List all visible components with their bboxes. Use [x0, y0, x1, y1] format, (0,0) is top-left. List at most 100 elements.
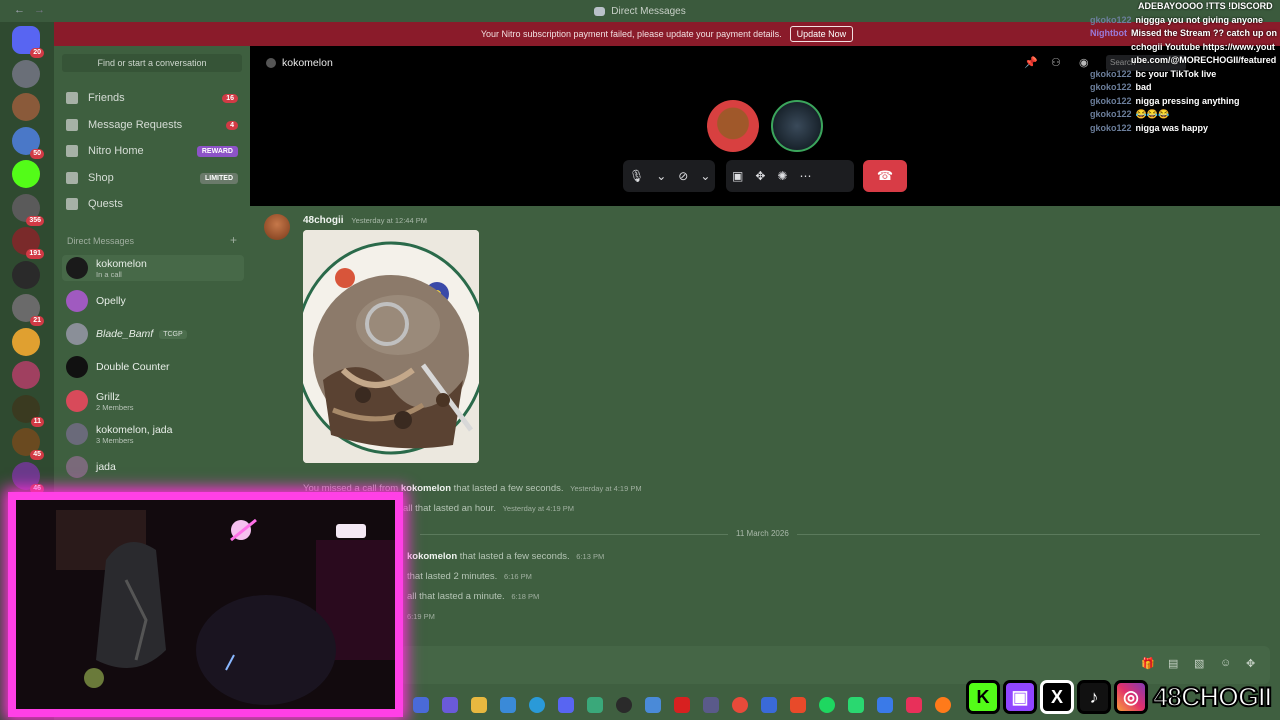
message-author[interactable]: 48chogii	[303, 215, 344, 226]
disconnect-button[interactable]: ☎	[863, 160, 907, 192]
server-icon[interactable]	[12, 260, 40, 289]
call-line-5: all that lasted a minute. 6:18 PM	[407, 591, 540, 602]
server-icon[interactable]: 21	[12, 294, 44, 326]
server-badge: 45	[30, 450, 44, 460]
brave-icon[interactable]	[790, 697, 806, 713]
find-conversation-input[interactable]: Find or start a conversation	[62, 54, 242, 72]
server-badge: 11	[30, 416, 44, 427]
reward-tag: REWARD	[196, 145, 238, 157]
netflix-icon[interactable]	[674, 697, 690, 713]
chat-line: gkoko122 😂😂😂	[1090, 109, 1170, 119]
apps-icon[interactable]: ✥	[1246, 657, 1255, 670]
chat-line: gkoko122 nigga was happy	[1090, 122, 1209, 133]
dm-item-grillz[interactable]: Grillz 2 Members	[62, 388, 244, 414]
more-icon[interactable]: ⋯	[799, 169, 811, 183]
teams-icon[interactable]	[442, 697, 458, 713]
obs-icon[interactable]	[616, 697, 632, 713]
caller-name[interactable]: kokomelon	[401, 483, 451, 494]
server-badge: 20	[30, 48, 44, 58]
quests-icon	[66, 198, 78, 210]
limited-tag: LIMITED	[200, 172, 238, 184]
caller-name[interactable]: kokomelon	[407, 551, 457, 562]
banner-message: Your Nitro subscription payment failed, …	[480, 29, 782, 39]
server-icon[interactable]: 11	[12, 394, 44, 427]
camera-off-icon[interactable]: ⊘	[678, 169, 688, 183]
app-icon[interactable]	[703, 697, 719, 713]
friends-badge: 16	[222, 93, 238, 103]
server-icon[interactable]: 191	[12, 227, 44, 259]
app-icon[interactable]	[906, 697, 922, 713]
server-icon[interactable]	[12, 361, 40, 389]
gif-icon[interactable]: ▤	[1168, 657, 1178, 670]
plus-icon[interactable]: +	[230, 234, 237, 246]
nav-message-requests[interactable]: Message Requests 4	[66, 115, 238, 135]
app-icon[interactable]	[877, 697, 893, 713]
participant-avatar-kokomelon[interactable]	[771, 100, 823, 152]
dm-item-kokomelon-jada[interactable]: kokomelon, jada 3 Members	[62, 421, 244, 447]
call-header: kokomelon	[266, 57, 333, 69]
app-icon[interactable]	[848, 697, 864, 713]
firefox-icon[interactable]	[935, 697, 951, 713]
avatar	[66, 290, 88, 312]
participant-avatar-self[interactable]	[707, 100, 759, 152]
chevron-down-icon[interactable]: ⌄	[700, 169, 710, 183]
edge-icon[interactable]	[529, 697, 545, 713]
app-icon[interactable]	[413, 697, 429, 713]
nav-shop[interactable]: Shop LIMITED	[66, 168, 238, 188]
audio-video-controls: 🎙 ⌄ ⊘ ⌄	[623, 160, 715, 192]
back-arrow-icon[interactable]: ←	[14, 4, 25, 16]
forward-arrow-icon[interactable]: →	[34, 4, 45, 16]
server-icon[interactable]: 45	[12, 428, 44, 460]
dm-item-jada[interactable]: jada	[62, 454, 244, 480]
chrome-icon[interactable]	[732, 697, 748, 713]
avatar	[66, 323, 88, 345]
nav-friends[interactable]: Friends 16	[66, 88, 238, 108]
direct-messages-header: Direct Messages +	[67, 233, 237, 247]
activities-icon[interactable]: ✥	[755, 169, 765, 183]
store-icon[interactable]	[500, 697, 516, 713]
chevron-down-icon[interactable]: ⌄	[656, 169, 666, 183]
add-friends-icon[interactable]: ⚇	[1051, 56, 1061, 69]
microphone-icon[interactable]: 🎙	[629, 169, 644, 183]
server-icon[interactable]: 50	[12, 126, 44, 159]
nitro-icon	[66, 145, 78, 157]
message-timestamp: Yesterday at 12:44 PM	[351, 216, 427, 225]
dm-item-opelly[interactable]: Opelly	[62, 288, 244, 314]
app-icon[interactable]	[761, 697, 777, 713]
update-now-button[interactable]: Update Now	[789, 26, 854, 42]
dm-item-blade-bamf[interactable]: Blade_Bamf TCGP	[62, 321, 244, 347]
chat-line: gkoko122 nigga pressing anything	[1090, 95, 1240, 106]
gift-icon[interactable]: 🎁	[1141, 657, 1155, 670]
pin-icon[interactable]: 📌	[1024, 56, 1038, 69]
spotify-icon[interactable]	[819, 697, 835, 713]
attached-photo[interactable]	[303, 230, 479, 463]
emoji-icon[interactable]: ☺	[1220, 657, 1231, 669]
screen-share-icon[interactable]: ▣	[732, 169, 743, 183]
server-icon[interactable]: 46	[12, 461, 44, 494]
profile-icon[interactable]: ◉	[1079, 56, 1089, 69]
app-icon[interactable]	[645, 697, 661, 713]
nav-quests[interactable]: Quests	[66, 194, 238, 214]
call-user-icon	[266, 58, 276, 68]
dm-item-kokomelon[interactable]: kokomelon In a call	[62, 255, 244, 281]
tcgp-tag: TCGP	[159, 329, 187, 339]
webcam-overlay	[8, 492, 403, 717]
discord-icon[interactable]	[558, 697, 574, 713]
chat-line: Nightbot Missed the Stream ?? catch up on…	[1090, 28, 1278, 65]
home-server-icon[interactable]: 20	[12, 26, 44, 58]
avatar[interactable]	[264, 214, 290, 240]
folder-icon[interactable]	[471, 697, 487, 713]
server-icon[interactable]: 356	[12, 193, 44, 226]
server-icon[interactable]	[12, 93, 40, 121]
nav-nitro-home[interactable]: Nitro Home REWARD	[66, 141, 238, 161]
call-line-2: all that lasted an hour. Yesterday at 4:…	[403, 503, 575, 514]
dm-item-double-counter[interactable]: Double Counter	[62, 354, 244, 380]
server-icon[interactable]	[12, 327, 40, 356]
app-icon[interactable]	[587, 697, 603, 713]
avatar	[66, 456, 88, 478]
server-icon[interactable]	[12, 160, 40, 188]
server-icon[interactable]	[12, 59, 40, 88]
sticker-icon[interactable]: ▧	[1194, 657, 1204, 670]
soundboard-icon[interactable]: ✺	[777, 169, 787, 183]
call-line-3: kokomelon that lasted a few seconds. 6:1…	[407, 551, 605, 562]
